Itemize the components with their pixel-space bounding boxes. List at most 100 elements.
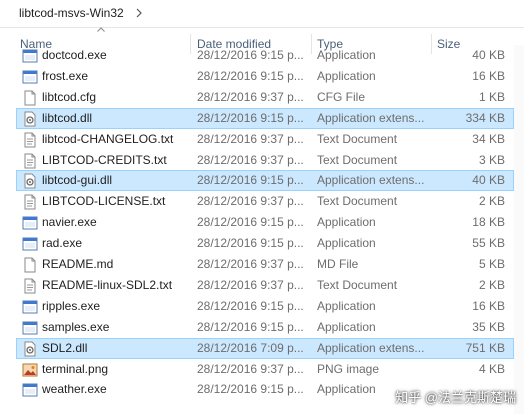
file-date-modified: 28/12/2016 9:37 p... — [197, 89, 304, 104]
file-name: samples.exe — [42, 319, 110, 334]
file-date-modified: 28/12/2016 7:09 p... — [197, 340, 304, 355]
file-date-modified: 28/12/2016 9:15 p... — [197, 319, 304, 334]
file-size: 16 KB — [472, 298, 505, 313]
file-date-modified: 28/12/2016 9:37 p... — [197, 277, 304, 292]
file-name: terminal.png — [42, 361, 109, 376]
watermark-text: 知乎 @法兰克斯楚瑞 — [395, 389, 516, 405]
file-name: libtcod.dll — [42, 110, 93, 125]
file-date-modified: 28/12/2016 9:37 p... — [197, 152, 304, 167]
file-row[interactable]: libtcod-gui.dll 28/12/2016 9:15 p... Appli… — [16, 170, 514, 192]
file-date-modified: 28/12/2016 9:15 p... — [197, 110, 304, 125]
file-size: 40 KB — [472, 173, 505, 188]
file-size: 334 KB — [465, 110, 505, 125]
file-date-modified: 28/12/2016 9:37 p... — [197, 361, 304, 376]
breadcrumb: libtcod-msvs-Win32 — [0, 0, 145, 26]
file-explorer-window: libtcod-msvs-Win32 Name Date modified Ty… — [0, 0, 524, 414]
file-type: Text Document — [317, 152, 398, 167]
file-type: Text Document — [317, 277, 398, 292]
exe-icon — [22, 215, 38, 231]
file-name: libtcod-gui.dll — [42, 173, 113, 188]
exe-icon — [22, 69, 38, 85]
file-type: Application extens... — [317, 110, 425, 125]
file-name: LIBTCOD-LICENSE.txt — [42, 194, 166, 209]
exe-icon — [22, 236, 38, 252]
vertical-scrollbar[interactable] — [514, 45, 524, 414]
file-type: Application — [317, 48, 376, 62]
file-name: LIBTCOD-CREDITS.txt — [42, 152, 167, 167]
file-date-modified: 28/12/2016 9:15 p... — [197, 236, 304, 251]
file-size: 2 KB — [478, 277, 505, 292]
file-list: doctcod.exe 28/12/2016 9:15 p... Applicati… — [0, 45, 524, 414]
file-row[interactable]: libtcod-CHANGELOG.txt 28/12/2016 9:37 p..… — [16, 129, 514, 150]
file-name: README.md — [42, 257, 114, 271]
file-name: frost.exe — [42, 68, 89, 83]
dll-icon — [22, 173, 38, 189]
file-name: weather.exe — [42, 382, 107, 397]
file-size: 35 KB — [472, 319, 505, 334]
dll-icon — [22, 111, 38, 127]
file-row[interactable]: SDL2.dll 28/12/2016 7:09 p... Application … — [16, 337, 514, 359]
file-row[interactable]: samples.exe 28/12/2016 9:15 p... Applicati… — [16, 317, 514, 338]
file-row[interactable]: libtcod.dll 28/12/2016 9:15 p... Applicati… — [16, 107, 514, 129]
exe-icon — [22, 382, 38, 398]
file-row[interactable]: rad.exe 28/12/2016 9:15 p... Application 55… — [16, 233, 514, 254]
file-name: doctcod.exe — [42, 48, 107, 62]
chevron-right-icon[interactable] — [133, 7, 145, 19]
file-size: 5 KB — [478, 257, 505, 271]
file-type: PNG image — [317, 361, 380, 376]
exe-icon — [22, 48, 38, 64]
file-type: Application — [317, 215, 376, 230]
file-type: Application extens... — [317, 173, 425, 188]
file-row[interactable]: navier.exe 28/12/2016 9:15 p... Applicatio… — [16, 212, 514, 233]
file-type: Text Document — [317, 131, 398, 146]
watermark: 知乎 @法兰克斯楚瑞 — [395, 386, 516, 406]
file-name: rad.exe — [42, 236, 83, 251]
file-icon — [22, 90, 38, 106]
file-date-modified: 28/12/2016 9:37 p... — [197, 131, 304, 146]
file-row[interactable]: README.md 28/12/2016 9:37 p... MD File 5 KB — [16, 254, 514, 275]
file-row[interactable]: LIBTCOD-LICENSE.txt 28/12/2016 9:37 p... T… — [16, 191, 514, 212]
file-type: Application extens... — [317, 340, 425, 355]
dll-icon — [22, 341, 38, 357]
file-row[interactable]: README-linux-SDL2.txt 28/12/2016 9:37 p..… — [16, 275, 514, 296]
text-file-icon — [22, 132, 38, 148]
file-row[interactable]: doctcod.exe 28/12/2016 9:15 p... Applicati… — [16, 45, 514, 66]
breadcrumb-folder[interactable]: libtcod-msvs-Win32 — [0, 6, 124, 20]
exe-icon — [22, 320, 38, 336]
file-date-modified: 28/12/2016 9:15 p... — [197, 298, 304, 313]
file-size: 18 KB — [472, 215, 505, 230]
file-date-modified: 28/12/2016 9:15 p... — [197, 382, 304, 397]
file-type: Application — [317, 68, 376, 83]
file-name: README-linux-SDL2.txt — [42, 277, 173, 292]
file-date-modified: 28/12/2016 9:37 p... — [197, 257, 304, 271]
file-size: 34 KB — [472, 131, 505, 146]
file-row[interactable]: libtcod.cfg 28/12/2016 9:37 p... CFG File 1… — [16, 87, 514, 108]
file-size: 751 KB — [465, 340, 505, 355]
file-size: 16 KB — [472, 68, 505, 83]
file-name: libtcod.cfg — [42, 89, 97, 104]
file-type: MD File — [317, 257, 359, 271]
file-size: 55 KB — [472, 236, 505, 251]
file-size: 40 KB — [472, 48, 505, 62]
address-bar[interactable]: libtcod-msvs-Win32 — [0, 0, 524, 28]
file-type: Text Document — [317, 194, 398, 209]
file-date-modified: 28/12/2016 9:15 p... — [197, 173, 304, 188]
file-date-modified: 28/12/2016 9:15 p... — [197, 48, 304, 62]
file-date-modified: 28/12/2016 9:37 p... — [197, 194, 304, 209]
exe-icon — [22, 299, 38, 315]
file-size: 3 KB — [478, 152, 505, 167]
file-row[interactable]: LIBTCOD-CREDITS.txt 28/12/2016 9:37 p... T… — [16, 150, 514, 171]
file-row[interactable]: ripples.exe 28/12/2016 9:15 p... Applicati… — [16, 296, 514, 317]
png-image-icon — [22, 362, 38, 378]
file-row[interactable]: terminal.png 28/12/2016 9:37 p... PNG imag… — [16, 359, 514, 380]
file-row[interactable]: frost.exe 28/12/2016 9:15 p... Application… — [16, 66, 514, 87]
file-date-modified: 28/12/2016 9:15 p... — [197, 215, 304, 230]
file-date-modified: 28/12/2016 9:15 p... — [197, 68, 304, 83]
text-file-icon — [22, 194, 38, 210]
file-name: ripples.exe — [42, 298, 101, 313]
file-type: Application — [317, 319, 376, 334]
file-type: Application — [317, 298, 376, 313]
file-size: 1 KB — [478, 89, 505, 104]
file-type: CFG File — [317, 89, 365, 104]
text-file-icon — [22, 153, 38, 169]
